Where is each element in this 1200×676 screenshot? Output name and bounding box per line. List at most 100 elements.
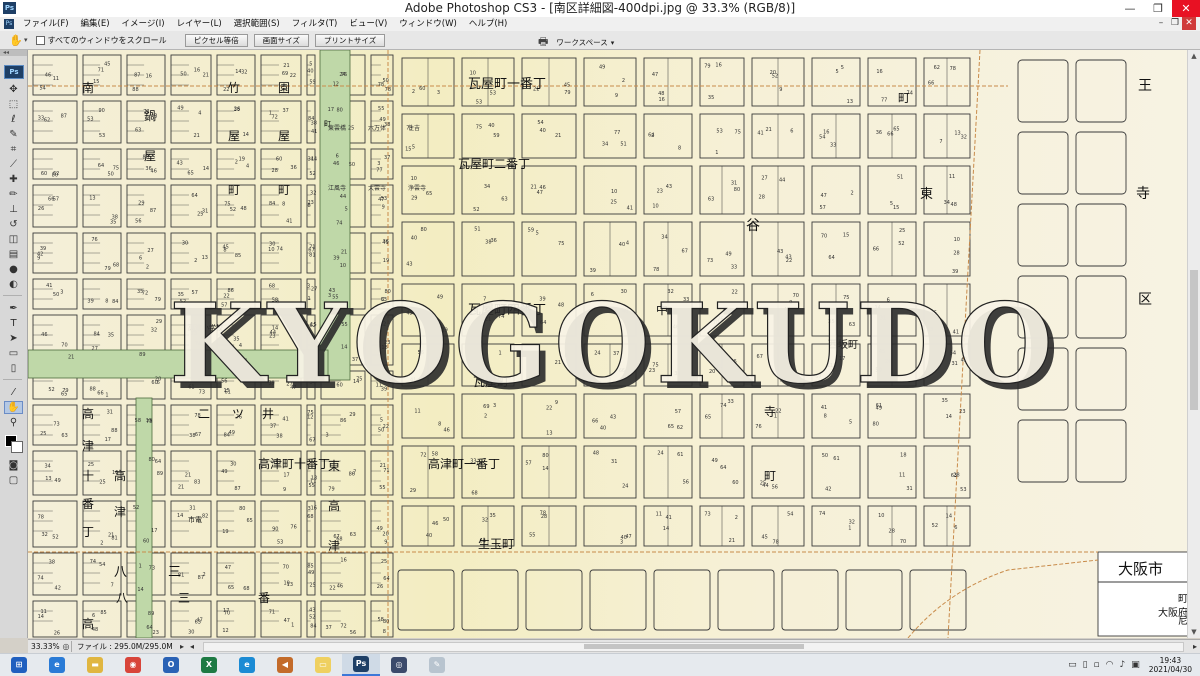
taskbar-excel[interactable]: X [190, 654, 228, 676]
document-canvas[interactable]: 11 46 54 71 45 15 16 88 87 50 16 21 14 32 22 22 69 21 5 59 4… [28, 50, 1200, 638]
clock[interactable]: 19:43 2021/04/30 [1149, 656, 1192, 674]
scrollbar-thumb[interactable] [1190, 270, 1198, 410]
taskbar-notes[interactable]: ▭ [304, 654, 342, 676]
dodge-tool-icon[interactable]: ◐ [4, 278, 23, 291]
taskbar-viewer[interactable]: ◎ [380, 654, 418, 676]
restore-button[interactable]: ❐ [1144, 0, 1172, 17]
hand-tool-icon[interactable]: ✋ [4, 401, 23, 414]
taskbar-paint[interactable]: ✎ [418, 654, 456, 676]
scroll-up-arrow[interactable]: ▲ [1188, 50, 1200, 62]
lot-number: 9 [615, 93, 618, 99]
vertical-scrollbar[interactable]: ▲ ▼ [1187, 50, 1200, 638]
doc-restore-button[interactable]: ❐ [1168, 17, 1182, 30]
eraser-tool-icon[interactable]: ◫ [4, 233, 23, 246]
lot-number: 14 [946, 414, 952, 420]
menu-image[interactable]: イメージ(I) [116, 17, 171, 31]
tray-icon[interactable]: ▯ [1083, 660, 1088, 670]
menu-filter[interactable]: フィルタ(T) [286, 17, 344, 31]
chevron-down-icon[interactable]: ▾ [24, 36, 28, 44]
healing-brush-tool-icon[interactable]: ✚ [4, 173, 23, 186]
ime-icon[interactable]: ▣ [1131, 660, 1140, 670]
scroll-left-arrow[interactable]: ◂ [187, 642, 197, 651]
slice-tool-icon[interactable]: ⟋ [4, 158, 23, 171]
lot-number: 73 [707, 258, 713, 264]
zoom-tool-icon[interactable]: ⚲ [4, 416, 23, 429]
lot-number: 14 [663, 526, 669, 532]
hand-tool-preset-icon[interactable]: ✋ [8, 34, 24, 47]
pen-tool-icon[interactable]: ✒ [4, 302, 23, 315]
taskbar-ie[interactable]: e [38, 654, 76, 676]
taskbar-edge[interactable]: e [228, 654, 266, 676]
quick-mask-icon[interactable]: ◙ [4, 459, 23, 472]
lot-number: 80 [52, 172, 58, 178]
brush-tool-icon[interactable]: ✏ [4, 188, 23, 201]
lot-number: 73 [704, 511, 710, 517]
print-size-button[interactable]: プリントサイズ [314, 33, 386, 47]
scroll-all-windows-checkbox[interactable]: すべてのウィンドウをスクロール [35, 35, 167, 46]
menu-view[interactable]: ビュー(V) [343, 17, 393, 31]
path-select-tool-icon[interactable]: ➤ [4, 332, 23, 345]
doc-close-button[interactable]: ✕ [1182, 17, 1196, 30]
gradient-tool-icon[interactable]: ▤ [4, 248, 23, 261]
move-tool-icon[interactable]: ✥ [4, 83, 23, 96]
crop-tool-icon[interactable]: ⌗ [4, 143, 23, 156]
shape-tool-icon[interactable]: ▭ [4, 347, 23, 360]
lot-number: 85 [307, 563, 313, 569]
close-button[interactable]: ✕ [1172, 0, 1200, 17]
lot-number: 45 [762, 535, 768, 541]
horizontal-scrollbar[interactable] [203, 641, 1184, 652]
status-info-icon[interactable]: ◎ [61, 642, 71, 651]
lot-number: 22 [329, 586, 335, 592]
eyedropper-tool-icon[interactable]: ⁄ [4, 386, 23, 399]
color-swatches[interactable] [3, 433, 27, 457]
menu-layer[interactable]: レイヤー(L) [171, 17, 228, 31]
lot-number: 77 [881, 98, 887, 104]
toolbox-grip[interactable]: ◂◂ [0, 50, 27, 56]
checkbox-box[interactable] [35, 35, 45, 45]
tray-icon[interactable]: ▫ [1094, 660, 1100, 670]
lasso-tool-icon[interactable]: ℓ [4, 113, 23, 126]
volume-icon[interactable]: ♪ [1120, 660, 1126, 670]
doc-minimize-button[interactable]: – [1154, 17, 1168, 30]
blur-tool-icon[interactable]: ● [4, 263, 23, 276]
network-icon[interactable]: ▭ [1068, 660, 1077, 670]
marquee-tool-icon[interactable]: ⬚ [4, 98, 23, 111]
background-color-swatch[interactable] [11, 441, 23, 453]
history-brush-tool-icon[interactable]: ↺ [4, 218, 23, 231]
map-label: 十 [82, 469, 94, 483]
lot-number: 6 [954, 525, 957, 531]
menu-edit[interactable]: 編集(E) [75, 17, 116, 31]
wifi-icon[interactable]: ◠ [1106, 660, 1114, 670]
menu-select[interactable]: 選択範囲(S) [228, 17, 286, 31]
quick-select-tool-icon[interactable]: ✎ [4, 128, 23, 141]
taskbar-explorer[interactable]: ▬ [76, 654, 114, 676]
taskbar-photoshop[interactable]: Ps [342, 654, 380, 676]
screen-mode-icon[interactable]: ▢ [4, 474, 23, 487]
lot-number: 11 [40, 609, 46, 615]
status-menu-arrow[interactable]: ▸ [177, 642, 187, 651]
document-icon[interactable]: Ps [4, 19, 14, 29]
scroll-right-arrow[interactable]: ▸ [1190, 642, 1200, 651]
zoom-level[interactable]: 33.33% [28, 642, 61, 651]
taskbar-chrome[interactable]: ◉ [114, 654, 152, 676]
taskbar-windows-start[interactable]: ⊞ [0, 654, 38, 676]
actual-pixels-button[interactable]: ピクセル等倍 [184, 33, 248, 47]
minimize-button[interactable]: — [1116, 0, 1144, 17]
lot-number: 2 [194, 258, 197, 264]
clone-stamp-tool-icon[interactable]: ⊥ [4, 203, 23, 216]
menu-file[interactable]: ファイル(F) [17, 17, 75, 31]
fit-screen-button[interactable]: 画面サイズ [253, 33, 309, 47]
scroll-down-arrow[interactable]: ▼ [1188, 626, 1200, 638]
taskbar-speaker[interactable]: ◀ [266, 654, 304, 676]
lot-number: 84 [308, 116, 314, 122]
photoshop-logo[interactable]: Ps [4, 65, 24, 79]
scrollbar-thumb[interactable] [584, 643, 804, 649]
type-tool-icon[interactable]: T [4, 317, 23, 330]
menu-help[interactable]: ヘルプ(H) [463, 17, 514, 31]
lot-number: 17 [283, 473, 289, 479]
lot-number: 48 [240, 206, 246, 212]
notes-tool-icon[interactable]: ▯ [4, 362, 23, 375]
menu-window[interactable]: ウィンドウ(W) [393, 17, 463, 31]
taskbar-outlook[interactable]: O [152, 654, 190, 676]
lot-number: 40 [411, 235, 417, 241]
